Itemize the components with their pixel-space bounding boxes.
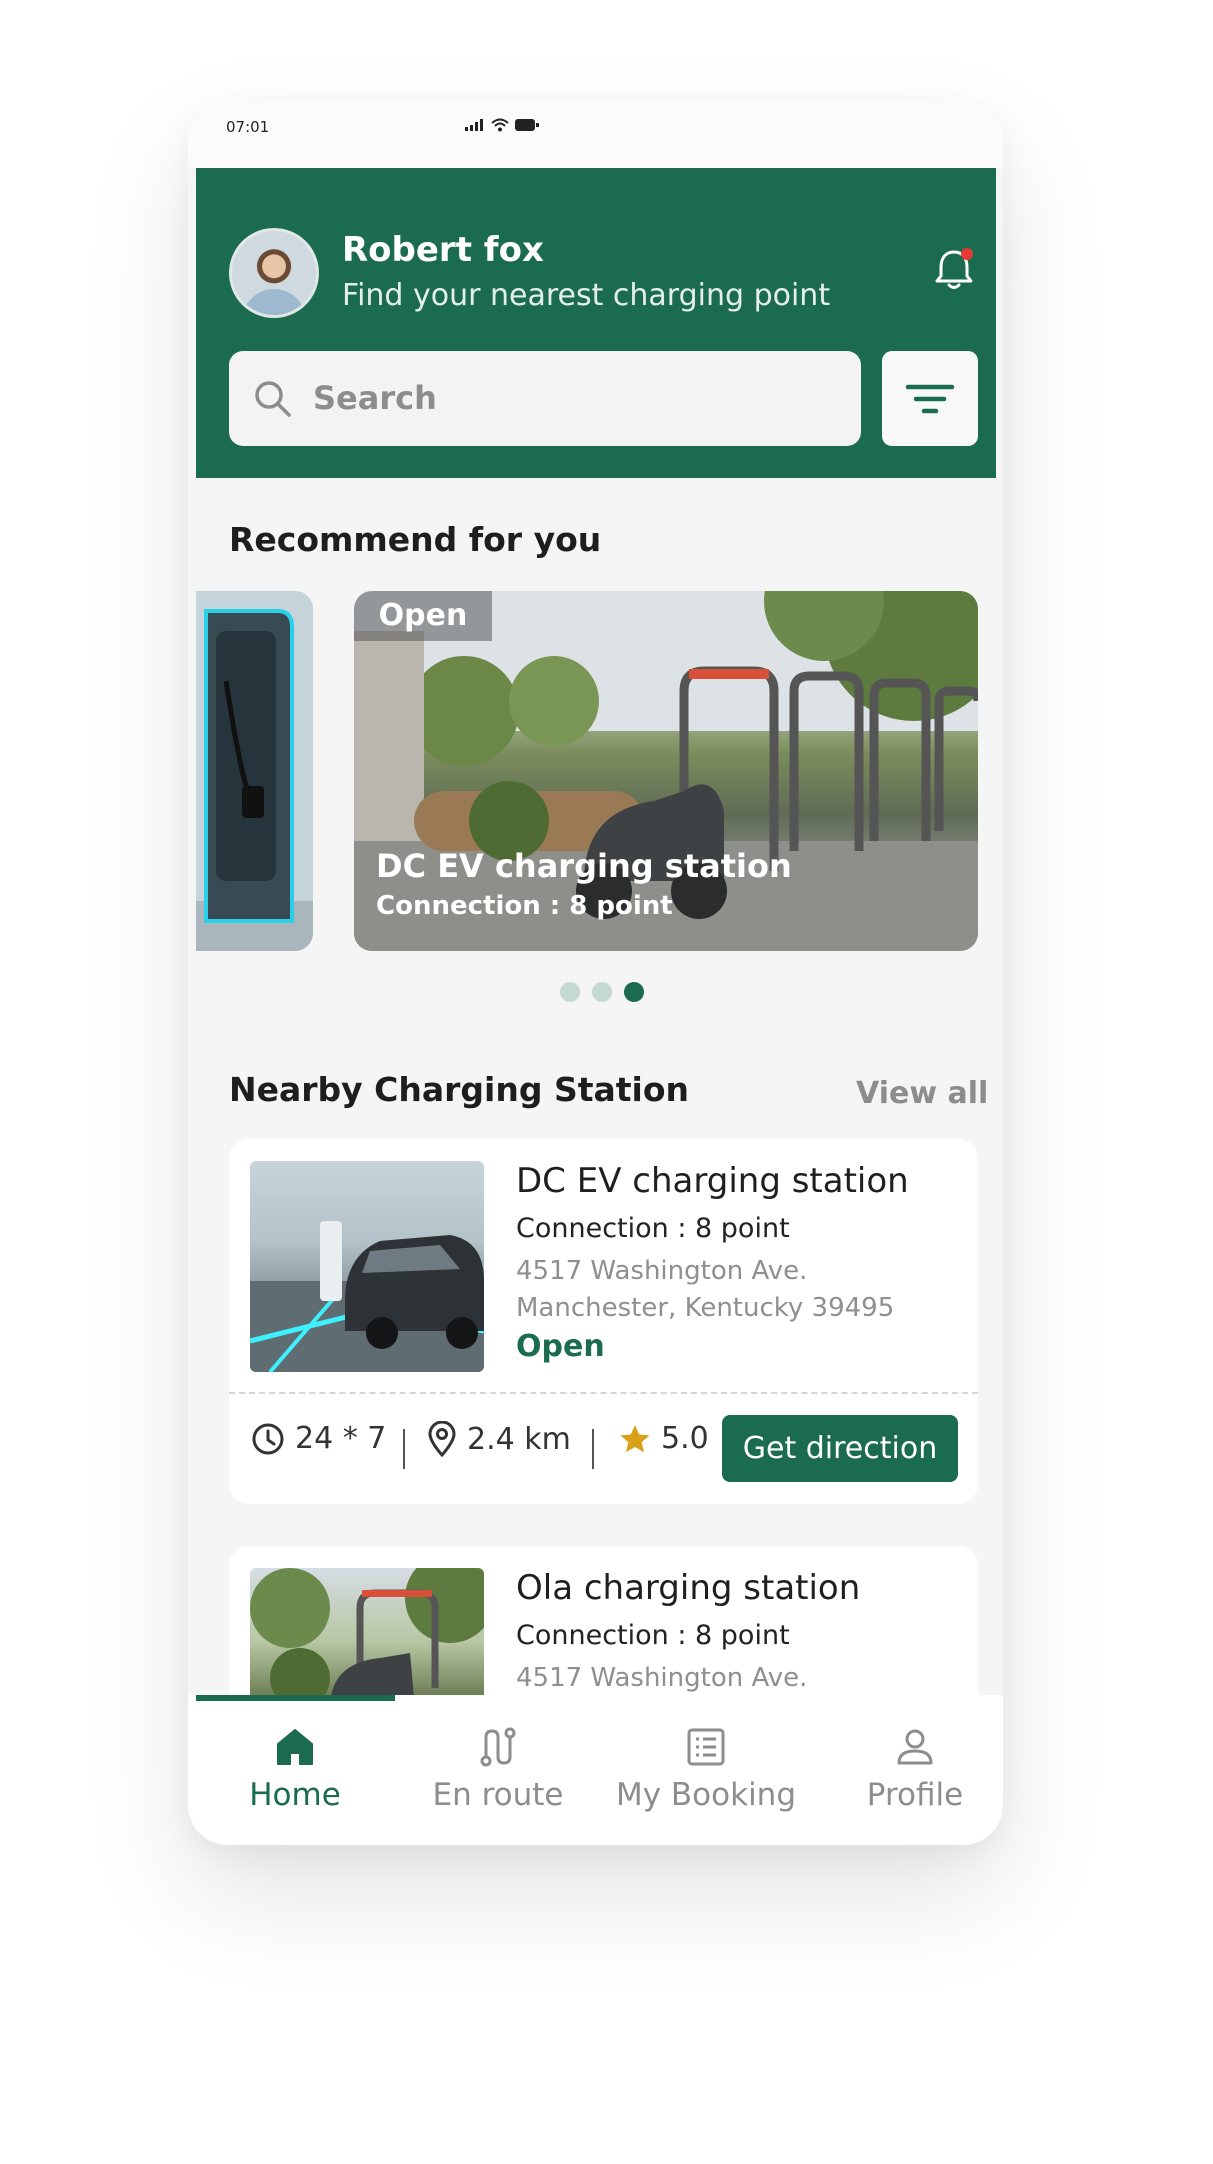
station-distance-text: 2.4 km [467, 1421, 571, 1457]
station-address-line1: 4517 Washington Ave. [516, 1256, 808, 1286]
search-icon [255, 381, 291, 417]
carousel-indicator [560, 982, 644, 1002]
phone-screen: 07:01 Robert fox Find your nearest charg… [188, 100, 1003, 1845]
wifi-icon [491, 118, 509, 132]
nav-my-booking[interactable]: My Booking [606, 1725, 806, 1813]
user-name: Robert fox [342, 230, 544, 270]
nav-home[interactable]: Home [195, 1725, 395, 1813]
open-badge: Open [354, 591, 492, 641]
star-icon [620, 1424, 650, 1452]
booking-icon [687, 1728, 725, 1766]
nav-en-route[interactable]: En route [398, 1725, 598, 1813]
filter-icon [905, 384, 955, 414]
battery-icon [515, 119, 539, 131]
station-address-line1: 4517 Washington Ave. [516, 1663, 808, 1693]
nav-home-label: Home [249, 1777, 341, 1813]
station-connection: Connection : 8 point [516, 1620, 790, 1651]
status-bar: 07:01 [188, 100, 1003, 168]
station-hours: 24 * 7 [251, 1421, 386, 1456]
station-card[interactable]: DC EV charging station Connection : 8 po… [229, 1139, 978, 1504]
card-divider [229, 1392, 978, 1394]
nav-en-route-label: En route [432, 1777, 564, 1813]
station-status: Open [516, 1329, 605, 1364]
app-header: Robert fox Find your nearest charging po… [196, 168, 996, 478]
station-address: 4517 Washington Ave. [516, 1660, 807, 1697]
active-tab-indicator [196, 1695, 395, 1701]
nav-profile[interactable]: Profile [815, 1725, 1003, 1813]
station-image [250, 1161, 484, 1372]
profile-icon [897, 1729, 933, 1765]
clock-icon [252, 1423, 284, 1454]
recommend-card-title: DC EV charging station [376, 847, 792, 885]
metric-separator [403, 1429, 405, 1469]
filter-button[interactable] [882, 351, 978, 446]
charger-image [196, 591, 313, 951]
header-subtitle: Find your nearest charging point [342, 278, 831, 313]
carousel-dot-active[interactable] [624, 982, 644, 1002]
recommend-card-previous[interactable] [196, 591, 313, 951]
nav-profile-label: Profile [866, 1777, 964, 1813]
station-distance: 2.4 km [427, 1421, 571, 1457]
avatar[interactable] [229, 228, 319, 318]
station-name: DC EV charging station [516, 1161, 909, 1201]
status-time: 07:01 [226, 118, 270, 136]
recommend-card-subtitle: Connection : 8 point [376, 891, 673, 921]
station-rating-text: 5.0 [661, 1421, 709, 1456]
carousel-dot[interactable] [560, 982, 580, 1002]
station-hours-text: 24 * 7 [295, 1421, 387, 1456]
metric-separator [592, 1429, 594, 1469]
search-bar[interactable] [229, 351, 861, 446]
recommend-title: Recommend for you [229, 520, 602, 559]
notification-bell-icon[interactable] [929, 244, 979, 294]
station-rating: 5.0 [619, 1421, 709, 1456]
get-direction-button[interactable]: Get direction [722, 1415, 958, 1482]
station-name: Ola charging station [516, 1568, 861, 1608]
station-address-line2: Manchester, Kentucky 39495 [516, 1293, 895, 1323]
signal-icon [465, 119, 483, 131]
station-connection: Connection : 8 point [516, 1213, 790, 1244]
carousel-dot[interactable] [592, 982, 612, 1002]
route-icon [480, 1727, 516, 1767]
nearby-title: Nearby Charging Station [229, 1070, 690, 1109]
view-all-link[interactable]: View all [856, 1076, 988, 1111]
status-icons [465, 118, 539, 132]
home-icon [277, 1729, 313, 1765]
nav-my-booking-label: My Booking [615, 1777, 797, 1813]
bottom-navigation: Home En route My Booking Profile [188, 1695, 1003, 1845]
recommend-card[interactable]: Open DC EV charging station Connection :… [354, 591, 978, 951]
station-address: 4517 Washington Ave. Manchester, Kentuck… [516, 1253, 894, 1327]
search-input[interactable] [313, 373, 833, 423]
location-pin-icon [428, 1421, 456, 1457]
